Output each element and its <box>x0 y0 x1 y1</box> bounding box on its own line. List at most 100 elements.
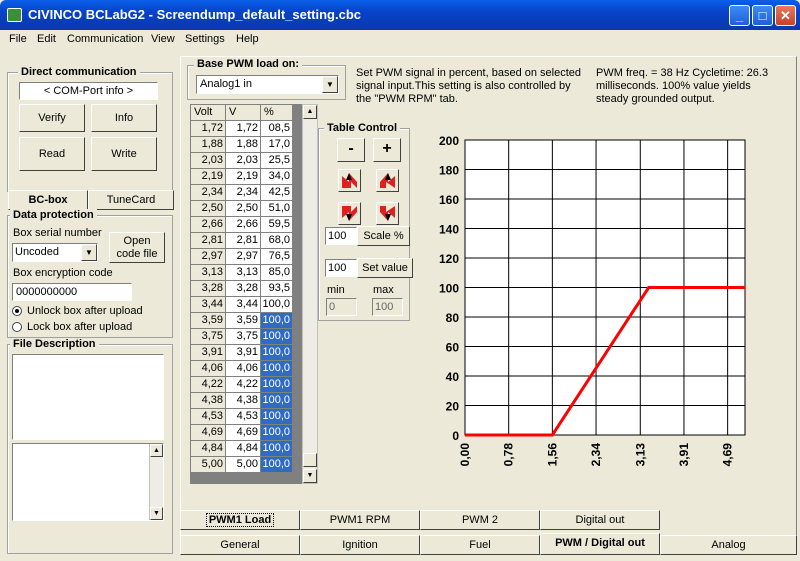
serial-number-select[interactable]: Uncoded ▼ <box>12 243 98 262</box>
table-row[interactable]: 3,59 3,59 100,0 <box>191 313 293 329</box>
cell-volt[interactable]: 4,38 <box>226 393 261 409</box>
cell-volt[interactable]: 3,75 <box>226 329 261 345</box>
scroll-thumb[interactable] <box>303 453 317 467</box>
table-row[interactable]: 1,88 1,88 17,0 <box>191 137 293 153</box>
close-button[interactable]: ✕ <box>775 5 796 26</box>
cell-volt[interactable]: 4,69 <box>226 425 261 441</box>
tab-pwm-digital-out[interactable]: PWM / Digital out <box>540 533 660 555</box>
shift-left-down-button[interactable] <box>338 202 361 225</box>
tab-bc-box[interactable]: BC-box <box>8 190 88 210</box>
pwm-table[interactable]: Volt V% 1,72 1,72 08,5 1,88 1,88 17,0 2,03 2,03 25… <box>190 104 316 484</box>
shift-right-up-button[interactable] <box>376 169 399 192</box>
minimize-button[interactable]: _ <box>729 5 750 26</box>
read-button[interactable]: Read <box>19 137 85 171</box>
cell-volt[interactable]: 4,06 <box>226 361 261 377</box>
table-row[interactable]: 3,44 3,44 100,0 <box>191 297 293 313</box>
cell-percent[interactable]: 100,0 <box>261 313 293 329</box>
cell-percent[interactable]: 42,5 <box>261 185 293 201</box>
cell-volt[interactable]: 2,97 <box>226 249 261 265</box>
shift-left-up-button[interactable] <box>338 169 361 192</box>
cell-volt[interactable]: 2,50 <box>226 201 261 217</box>
cell-percent[interactable]: 34,0 <box>261 169 293 185</box>
menu-edit[interactable]: Edit <box>37 33 56 45</box>
cell-volt[interactable]: 3,44 <box>226 297 261 313</box>
table-row[interactable]: 2,34 2,34 42,5 <box>191 185 293 201</box>
table-row[interactable]: 3,91 3,91 100,0 <box>191 345 293 361</box>
cell-volt[interactable]: 2,03 <box>226 153 261 169</box>
column-header[interactable]: Volt <box>191 105 226 121</box>
cell-volt[interactable]: 5,00 <box>226 457 261 473</box>
cell-percent[interactable]: 68,0 <box>261 233 293 249</box>
cell-percent[interactable]: 100,0 <box>261 377 293 393</box>
decrement-button[interactable]: - <box>337 138 365 162</box>
scroll-down-icon[interactable]: ▼ <box>303 469 317 483</box>
cell-percent[interactable]: 51,0 <box>261 201 293 217</box>
table-row[interactable]: 4,69 4,69 100,0 <box>191 425 293 441</box>
unlock-radio[interactable] <box>12 306 22 316</box>
tab-fuel[interactable]: Fuel <box>420 535 540 555</box>
menu-communication[interactable]: Communication <box>67 33 143 45</box>
cell-percent[interactable]: 08,5 <box>261 121 293 137</box>
cell-percent[interactable]: 100,0 <box>261 329 293 345</box>
table-row[interactable]: 4,84 4,84 100,0 <box>191 441 293 457</box>
chevron-down-icon[interactable]: ▼ <box>322 76 338 93</box>
chevron-down-icon[interactable]: ▼ <box>81 244 97 261</box>
set-value-input[interactable]: 100 <box>325 259 357 277</box>
tab-digital-out[interactable]: Digital out <box>540 510 660 530</box>
cell-percent[interactable]: 100,0 <box>261 457 293 473</box>
cell-volt[interactable]: 4,84 <box>226 441 261 457</box>
column-header[interactable]: V <box>226 105 261 121</box>
table-row[interactable]: 2,97 2,97 76,5 <box>191 249 293 265</box>
increment-button[interactable]: + <box>373 138 401 162</box>
table-row[interactable]: 2,03 2,03 25,5 <box>191 153 293 169</box>
cell-percent[interactable]: 100,0 <box>261 361 293 377</box>
cell-volt[interactable]: 2,81 <box>226 233 261 249</box>
table-row[interactable]: 4,38 4,38 100,0 <box>191 393 293 409</box>
table-row[interactable]: 2,50 2,50 51,0 <box>191 201 293 217</box>
menu-file[interactable]: File <box>9 33 27 45</box>
set-value-button[interactable]: Set value <box>357 258 413 278</box>
table-row[interactable]: 2,19 2,19 34,0 <box>191 169 293 185</box>
table-scrollbar[interactable]: ▲ ▼ <box>302 104 318 484</box>
encryption-code-input[interactable]: 0000000000 <box>12 283 132 301</box>
tab-tunecard[interactable]: TuneCard <box>88 190 174 210</box>
cell-volt[interactable]: 3,91 <box>226 345 261 361</box>
cell-percent[interactable]: 100,0 <box>261 393 293 409</box>
scale-button[interactable]: Scale % <box>357 226 410 246</box>
cell-volt[interactable]: 3,13 <box>226 265 261 281</box>
cell-percent[interactable]: 100,0 <box>261 425 293 441</box>
cell-percent[interactable]: 93,5 <box>261 281 293 297</box>
table-row[interactable]: 3,28 3,28 93,5 <box>191 281 293 297</box>
tab-ignition[interactable]: Ignition <box>300 535 420 555</box>
cell-percent[interactable]: 25,5 <box>261 153 293 169</box>
cell-volt[interactable]: 1,72 <box>226 121 261 137</box>
tab-pwm1-rpm[interactable]: PWM1 RPM <box>300 510 420 530</box>
open-code-file-button[interactable]: Open code file <box>109 232 165 263</box>
column-header[interactable]: % <box>261 105 293 121</box>
write-button[interactable]: Write <box>91 137 157 171</box>
file-description-input[interactable]: ▲ ▼ <box>12 443 164 521</box>
cell-volt[interactable]: 2,66 <box>226 217 261 233</box>
tab-pwm2[interactable]: PWM 2 <box>420 510 540 530</box>
table-row[interactable]: 4,06 4,06 100,0 <box>191 361 293 377</box>
scale-input[interactable]: 100 <box>325 227 357 245</box>
cell-percent[interactable]: 100,0 <box>261 409 293 425</box>
cell-percent[interactable]: 59,5 <box>261 217 293 233</box>
cell-volt[interactable]: 3,28 <box>226 281 261 297</box>
tab-pwm1-load[interactable]: PWM1 Load <box>180 510 300 530</box>
cell-percent[interactable]: 76,5 <box>261 249 293 265</box>
table-row[interactable]: 4,53 4,53 100,0 <box>191 409 293 425</box>
cell-percent[interactable]: 85,0 <box>261 265 293 281</box>
lock-radio[interactable] <box>12 322 22 332</box>
cell-percent[interactable]: 100,0 <box>261 345 293 361</box>
cell-percent[interactable]: 17,0 <box>261 137 293 153</box>
table-row[interactable]: 1,72 1,72 08,5 <box>191 121 293 137</box>
cell-volt[interactable]: 4,53 <box>226 409 261 425</box>
cell-volt[interactable]: 4,22 <box>226 377 261 393</box>
description-scrollbar[interactable]: ▲ ▼ <box>149 444 163 520</box>
scroll-down-icon[interactable]: ▼ <box>150 507 163 520</box>
menu-view[interactable]: View <box>151 33 175 45</box>
cell-percent[interactable]: 100,0 <box>261 441 293 457</box>
cell-volt[interactable]: 2,34 <box>226 185 261 201</box>
verify-button[interactable]: Verify <box>19 104 85 132</box>
